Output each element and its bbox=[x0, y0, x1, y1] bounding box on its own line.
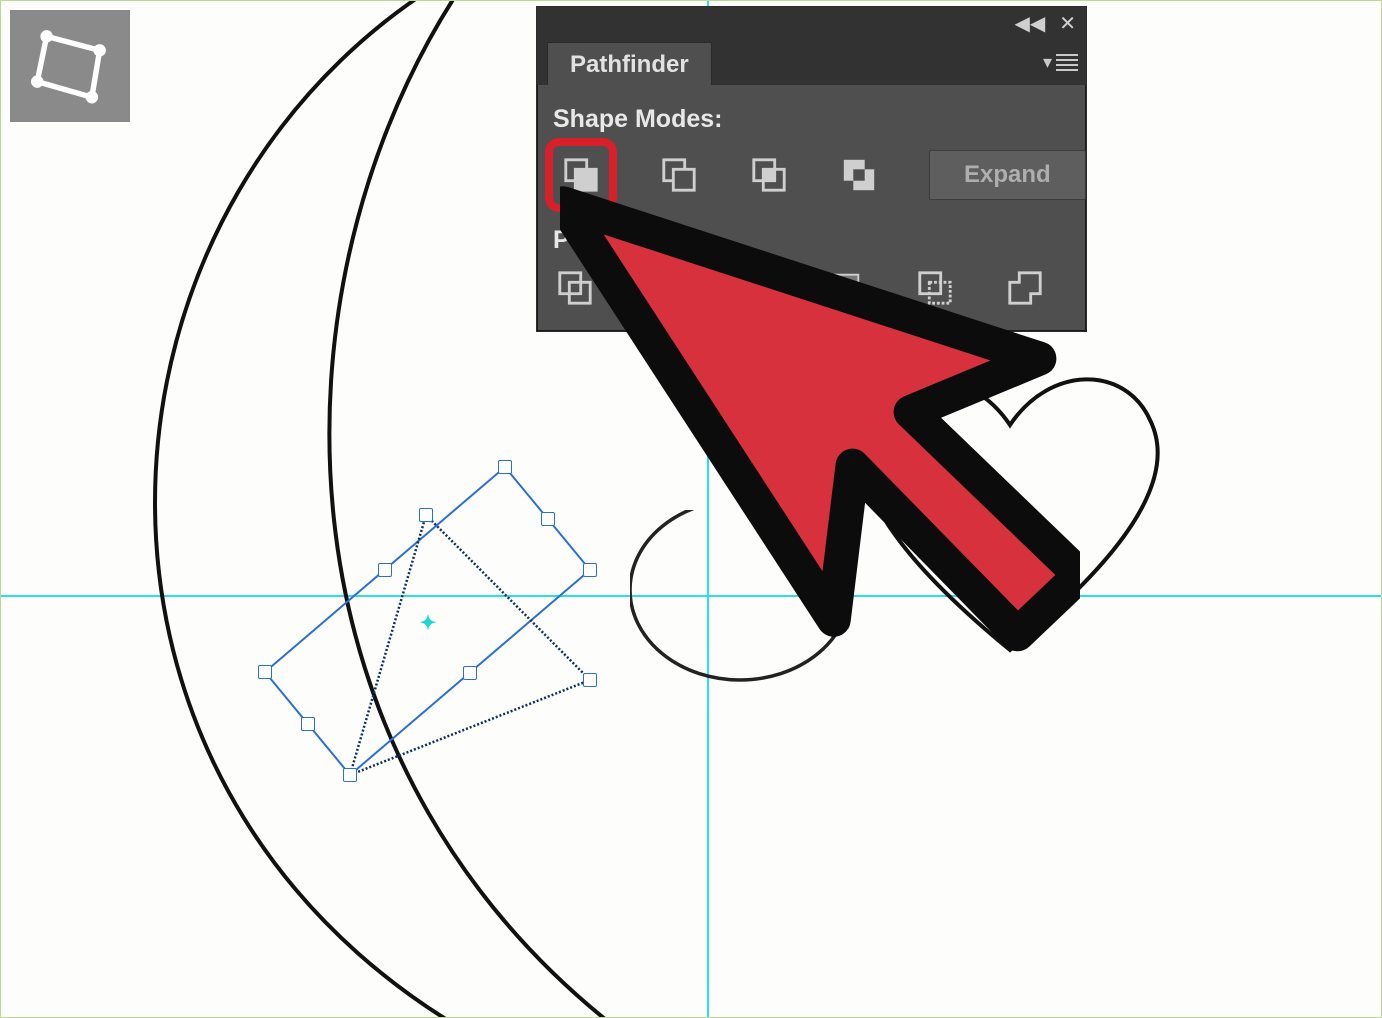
collapse-icon[interactable]: ◀◀ bbox=[1014, 14, 1045, 34]
shape-mode-intersect[interactable] bbox=[749, 154, 789, 196]
unite-icon bbox=[561, 156, 601, 194]
pathfinder-divide[interactable] bbox=[553, 267, 597, 309]
outline-icon bbox=[915, 269, 955, 307]
menu-lines-icon bbox=[1056, 51, 1078, 74]
tool-icon-polygon bbox=[10, 10, 130, 122]
panel-titlebar[interactable]: ◀◀ ✕ bbox=[537, 7, 1086, 41]
panel-flyout-menu[interactable]: ▾ bbox=[1043, 51, 1078, 74]
selection-center-icon: ✦ bbox=[420, 611, 437, 636]
exclude-icon bbox=[839, 156, 879, 194]
divide-icon bbox=[555, 269, 595, 307]
pathfinder-minus-back[interactable] bbox=[1003, 267, 1047, 309]
pathfinder-outline[interactable] bbox=[913, 267, 957, 309]
intersect-icon bbox=[749, 156, 789, 194]
pathfinder-panel[interactable]: ◀◀ ✕ Pathfinder ▾ Shape Modes: bbox=[536, 6, 1087, 332]
artwork-heart bbox=[840, 330, 1200, 675]
shape-mode-exclude[interactable] bbox=[839, 154, 879, 196]
shape-mode-minus-front[interactable] bbox=[659, 154, 699, 196]
minus-front-icon bbox=[659, 156, 699, 194]
label-pathfinders: Pathfinders: bbox=[553, 226, 1070, 255]
artwork-ellipse bbox=[630, 510, 890, 715]
pathfinder-crop[interactable] bbox=[823, 267, 867, 309]
expand-button[interactable]: Expand bbox=[929, 150, 1086, 200]
tab-label: Pathfinder bbox=[570, 51, 689, 78]
pathfinder-trim[interactable] bbox=[643, 267, 687, 309]
crop-icon bbox=[825, 269, 865, 307]
trim-icon bbox=[645, 269, 685, 307]
artwork-selected-triangle[interactable]: ✦ bbox=[250, 455, 610, 795]
shape-mode-unite[interactable] bbox=[545, 138, 617, 212]
tab-pathfinder[interactable]: Pathfinder bbox=[547, 42, 712, 85]
close-icon[interactable]: ✕ bbox=[1059, 14, 1076, 34]
label-shape-modes: Shape Modes: bbox=[553, 105, 1070, 134]
guide-horizontal bbox=[0, 595, 1382, 597]
merge-icon bbox=[735, 269, 775, 307]
triangle-down-icon: ▾ bbox=[1043, 52, 1052, 73]
minus-back-icon bbox=[1005, 269, 1045, 307]
pathfinder-merge[interactable] bbox=[733, 267, 777, 309]
expand-button-label: Expand bbox=[964, 161, 1051, 188]
